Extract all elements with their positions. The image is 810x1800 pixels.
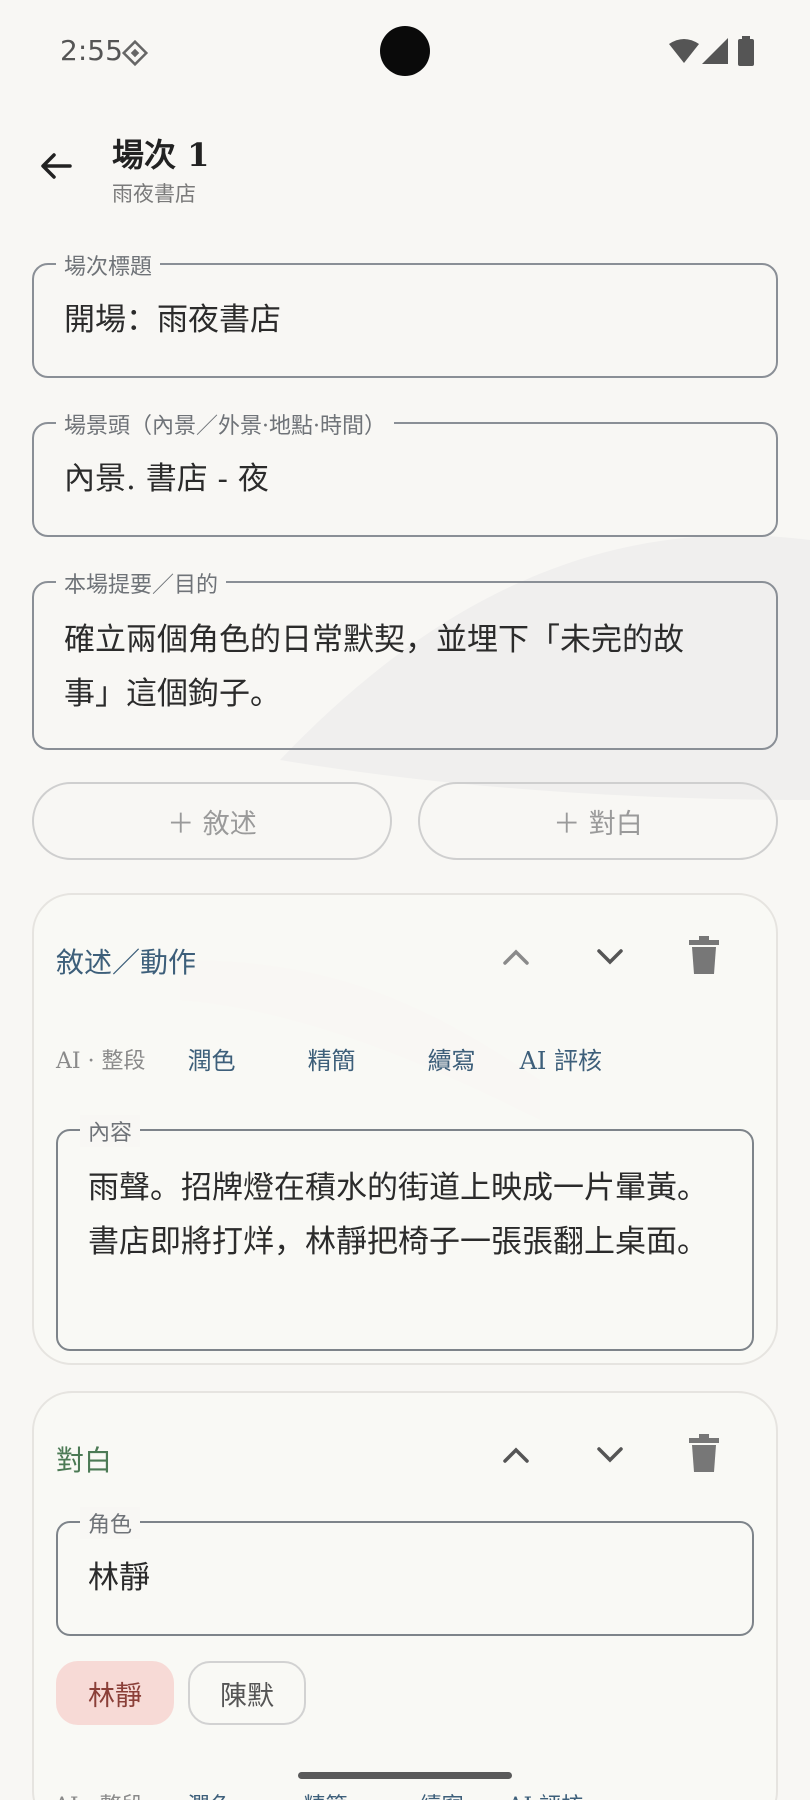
ai-continue-button[interactable]: 續寫 xyxy=(428,1041,476,1076)
battery-icon xyxy=(738,36,754,70)
move-down-button[interactable] xyxy=(582,1427,638,1483)
arrow-back-icon xyxy=(41,153,72,179)
move-up-button[interactable] xyxy=(488,1427,544,1483)
move-up-button[interactable] xyxy=(488,929,544,985)
summary-field[interactable]: 本場提要／目的 確立兩個角色的日常默契，並埋下「未完的故 事」這個鉤子。 xyxy=(32,567,778,750)
ai-continue-button[interactable]: 續寫 xyxy=(420,1788,464,1800)
ai-toolbar: AI · 整段 潤色 精簡 續寫 AI 評核 xyxy=(56,1041,674,1076)
character-chip-chenmo[interactable]: 陳默 xyxy=(188,1661,306,1725)
wifi-icon xyxy=(668,38,700,68)
character-field[interactable]: 角色 林靜 xyxy=(56,1507,754,1636)
app-bar: 場次 1 雨夜書店 xyxy=(0,118,810,218)
summary-label: 本場提要／目的 xyxy=(56,567,227,599)
ai-trim-button[interactable]: 精簡 xyxy=(304,1788,348,1800)
dialogue-ai-toolbar-partial: AI · 整段 潤色 精簡 續寫 AI 評核 xyxy=(54,1788,583,1800)
scene-title-label: 場次標題 xyxy=(56,249,161,281)
summary-line-1: 確立兩個角色的日常默契，並埋下「未完的故 xyxy=(64,622,684,658)
status-bar: 2:55 xyxy=(0,0,810,100)
trash-icon xyxy=(689,936,719,974)
home-indicator[interactable] xyxy=(298,1772,512,1779)
slugline-field[interactable]: 場景頭（內景／外景·地點·時間） 內景. 書店 - 夜 xyxy=(32,408,778,537)
status-time: 2:55 xyxy=(60,34,123,67)
add-dialogue-button[interactable]: ＋ 對白 xyxy=(418,782,778,860)
dialogue-type-label: 對白 xyxy=(56,1444,113,1477)
narration-content-field[interactable]: 內容 雨聲。招牌燈在積水的街道上映成一片暈黃。 書店即將打烊，林靜把椅子一張張翻… xyxy=(56,1115,754,1351)
summary-value: 確立兩個角色的日常默契，並埋下「未完的故 事」這個鉤子。 xyxy=(64,613,746,721)
diamond-notification-icon xyxy=(120,38,150,72)
summary-line-2: 事」這個鉤子。 xyxy=(64,676,281,712)
scene-title-field[interactable]: 場次標題 開場：雨夜書店 xyxy=(32,249,778,378)
page-subtitle: 雨夜書店 xyxy=(112,182,196,206)
trash-icon xyxy=(689,1434,719,1472)
chevron-down-icon xyxy=(597,1447,623,1463)
narration-content-value: 雨聲。招牌燈在積水的街道上映成一片暈黃。 書店即將打烊，林靜把椅子一張張翻上桌面… xyxy=(88,1161,722,1269)
narration-block-card: 敘述／動作 AI · 整段 潤色 精簡 續寫 AI 評核 內容 雨聲。招牌燈在積… xyxy=(32,893,778,1365)
camera-cutout xyxy=(380,26,430,76)
delete-block-button[interactable] xyxy=(676,927,732,983)
narration-type-label: 敘述／動作 xyxy=(56,946,197,979)
chevron-up-icon xyxy=(503,1447,529,1463)
narration-line-1: 雨聲。招牌燈在積水的街道上映成一片暈黃。 xyxy=(88,1170,708,1206)
ai-trim-button[interactable]: 精簡 xyxy=(308,1041,356,1076)
ai-tag: AI · 整段 xyxy=(54,1788,144,1800)
chevron-down-icon xyxy=(597,949,623,965)
page-title: 場次 1 xyxy=(112,136,210,174)
slugline-value: 內景. 書店 - 夜 xyxy=(64,461,269,497)
ai-polish-button[interactable]: 潤色 xyxy=(188,1788,232,1800)
slugline-label: 場景頭（內景／外景·地點·時間） xyxy=(56,408,394,440)
ai-review-button[interactable]: AI 評核 xyxy=(520,1041,602,1076)
content-label: 內容 xyxy=(80,1115,141,1147)
dialogue-block-card: 對白 角色 林靜 林靜 陳默 xyxy=(32,1391,778,1800)
scene-title-value: 開場：雨夜書店 xyxy=(64,302,281,338)
narration-line-2: 書店即將打烊，林靜把椅子一張張翻上桌面。 xyxy=(88,1224,708,1260)
character-value: 林靜 xyxy=(88,1560,150,1596)
ai-polish-button[interactable]: 潤色 xyxy=(188,1041,236,1076)
move-down-button[interactable] xyxy=(582,929,638,985)
add-narration-button[interactable]: ＋ 敘述 xyxy=(32,782,392,860)
character-label: 角色 xyxy=(80,1507,141,1539)
ai-review-button[interactable]: AI 評核 xyxy=(508,1788,584,1800)
chevron-up-icon xyxy=(503,949,529,965)
signal-icon xyxy=(702,38,728,68)
character-chip-linjing[interactable]: 林靜 xyxy=(56,1661,174,1725)
delete-block-button[interactable] xyxy=(676,1425,732,1481)
back-button[interactable] xyxy=(30,140,82,192)
ai-tag: AI · 整段 xyxy=(56,1048,146,1074)
